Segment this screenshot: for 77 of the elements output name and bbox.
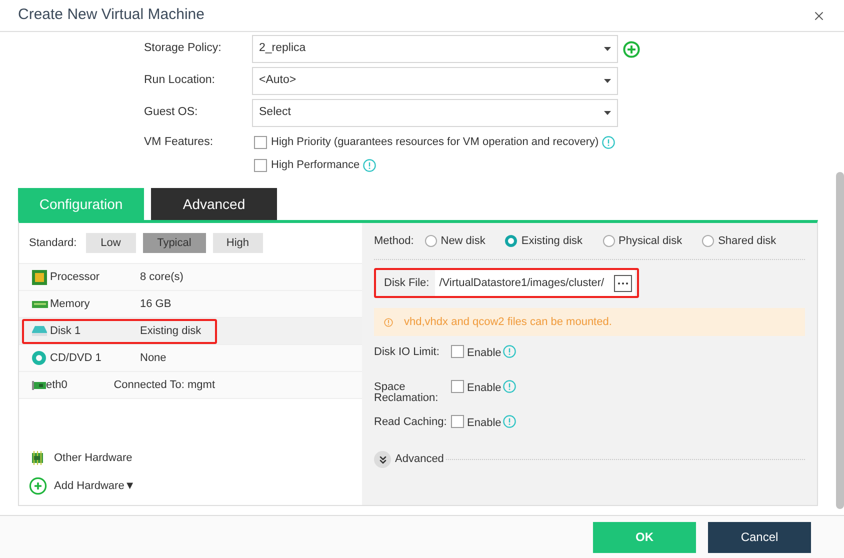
notice-text: vhd,vhdx and qcow2 files can be mounted. (404, 314, 612, 330)
hardware-value: None (140, 350, 166, 366)
circuit-board-icon (31, 451, 44, 465)
field-label: VM Features: (144, 136, 214, 148)
select-field[interactable]: Select (252, 99, 618, 127)
hardware-value: 16 GB (140, 296, 172, 312)
disk-file-label: Disk File: (384, 276, 430, 291)
field-label: Storage Policy: (143, 41, 222, 56)
preset-button[interactable]: Low (86, 233, 136, 253)
hardware-row[interactable]: eth0 Connected To: mgmt (19, 372, 362, 399)
radio-label: Physical disk (618, 234, 682, 249)
checkbox[interactable] (451, 380, 464, 393)
preset-button[interactable]: Typical (142, 233, 206, 253)
scrollbar-thumb[interactable] (836, 172, 844, 509)
chip-icon (32, 270, 47, 284)
checkbox-label: High Performance (271, 158, 360, 174)
select-field[interactable]: 2_replica (252, 35, 618, 63)
radio-button[interactable] (602, 235, 615, 247)
tab[interactable]: Advanced (151, 188, 277, 220)
checkbox-label: High Priority (271, 135, 331, 150)
radio-button[interactable] (424, 235, 437, 247)
caret-icon (604, 79, 611, 83)
option-label: Disk IO Limit: (374, 345, 440, 358)
hardware-value: 8 core(s) (140, 270, 184, 285)
add-hardware-button[interactable]: Add Hardware▼ (54, 478, 136, 494)
field-label: Guest OS: (143, 105, 199, 120)
add-icon (29, 477, 47, 495)
hardware-row[interactable]: Processor 8 core(s) (19, 264, 362, 291)
standard-label: Standard: (29, 236, 77, 251)
info-icon (384, 318, 393, 326)
checkbox[interactable] (451, 415, 464, 428)
hardware-name: Processor (50, 270, 101, 285)
hardware-name: eth0 (46, 378, 68, 393)
hardware-name: CD/DVD 1 (50, 350, 102, 366)
radio-label: Existing disk (521, 234, 583, 249)
hardware-name: Memory (50, 296, 91, 312)
option-label: Read Caching: (374, 415, 448, 428)
more-icon[interactable] (614, 274, 632, 292)
advanced-toggle[interactable]: Advanced (395, 451, 444, 468)
radio-label: Shared disk (718, 234, 776, 249)
disc-icon (32, 351, 46, 365)
info-icon (362, 159, 376, 172)
hardware-name: Disk 1 (50, 324, 82, 339)
checkbox-label: Enable (467, 416, 502, 431)
info-icon (503, 415, 516, 428)
checkbox-note: (guarantees resources for VM operation and recovery) (334, 135, 599, 150)
add-icon[interactable] (623, 40, 640, 58)
network-card-icon (32, 380, 46, 390)
window-title: Create New Virtual Machine (18, 5, 204, 26)
checkbox-label: Enable (467, 346, 502, 361)
hardware-row[interactable]: CD/DVD 1 None (19, 345, 362, 372)
checkbox-label: Enable (467, 381, 502, 396)
checkbox[interactable] (451, 345, 464, 358)
hardware-value: Connected To: mgmt (114, 378, 215, 393)
other-hardware-link[interactable]: Other Hardware (54, 450, 132, 466)
info-icon (503, 345, 516, 358)
memory-stick-icon (32, 300, 48, 308)
hardware-row[interactable]: Disk 1 Existing disk (19, 318, 362, 345)
radio-button[interactable] (702, 235, 714, 247)
checkbox[interactable] (254, 136, 267, 149)
select-field[interactable]: <Auto> (252, 67, 618, 95)
disk-file-field[interactable]: /VirtualDatastore1/images/cluster/ (435, 270, 635, 296)
caret-icon (604, 111, 611, 115)
field-label: Run Location: (143, 73, 216, 88)
info-icon (503, 380, 516, 393)
preset-button[interactable]: High (212, 233, 263, 253)
caret-icon (604, 47, 611, 51)
cancel-button[interactable]: Cancel (708, 522, 811, 552)
radio-label: New disk (440, 234, 486, 249)
radio-button[interactable] (505, 235, 518, 247)
method-label: Method: (374, 234, 414, 249)
hardware-value: Existing disk (140, 324, 202, 339)
info-icon (602, 136, 615, 149)
hardware-row[interactable]: Memory 16 GB (19, 291, 362, 318)
option-label: Space Reclamation: (374, 380, 440, 404)
checkbox[interactable] (254, 159, 267, 172)
expand-icon[interactable] (374, 451, 391, 468)
